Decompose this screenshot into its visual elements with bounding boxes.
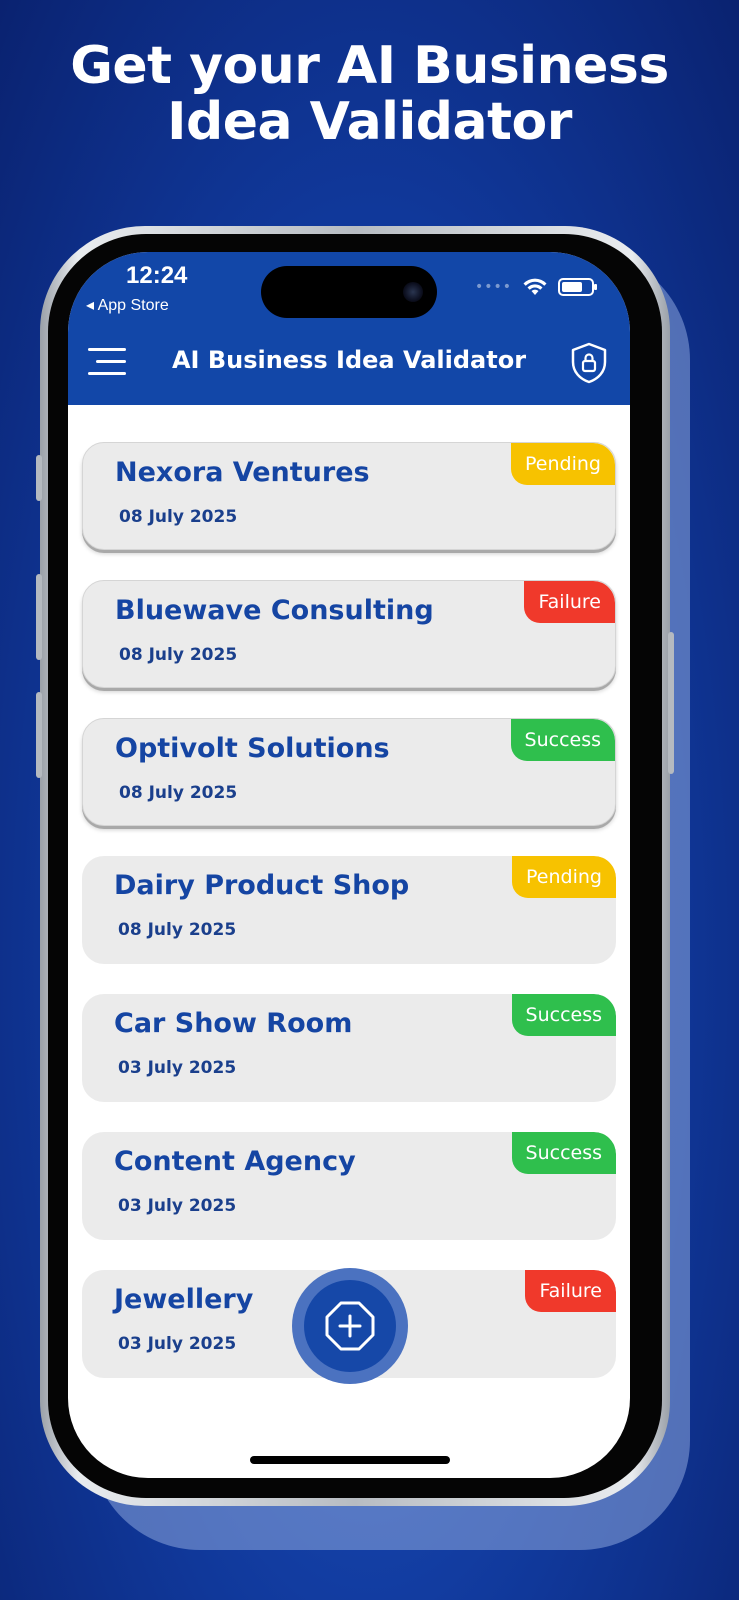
idea-card[interactable]: Optivolt Solutions 08 July 2025 Success: [82, 718, 616, 826]
status-badge: Pending: [511, 443, 615, 485]
idea-name: Optivolt Solutions: [115, 733, 390, 764]
status-badge: Pending: [512, 856, 616, 898]
promo-title-line-1: Get your AI Business: [70, 36, 669, 96]
idea-card[interactable]: Nexora Ventures 08 July 2025 Pending: [82, 442, 616, 550]
idea-name: Jewellery: [114, 1284, 254, 1315]
status-badge: Success: [510, 719, 615, 761]
app-title: AI Business Idea Validator: [171, 346, 527, 374]
idea-name: Content Agency: [114, 1146, 356, 1177]
camera-lens-icon: [403, 282, 423, 302]
status-badge: Failure: [524, 581, 615, 623]
status-badge: Success: [511, 994, 616, 1036]
idea-date: 08 July 2025: [118, 920, 237, 940]
idea-date: 08 July 2025: [119, 645, 238, 665]
side-button-action: [36, 455, 42, 501]
phone-screen: 12:24 ◂ App Store •••• AI Business Idea …: [68, 252, 630, 1478]
idea-date: 08 July 2025: [119, 783, 238, 803]
idea-card[interactable]: Car Show Room 03 July 2025 Success: [82, 994, 616, 1102]
signal-dots-icon: ••••: [474, 279, 512, 295]
idea-name: Dairy Product Shop: [114, 870, 410, 901]
idea-date: 08 July 2025: [119, 507, 238, 527]
idea-card[interactable]: Dairy Product Shop 08 July 2025 Pending: [82, 856, 616, 964]
app-header: 12:24 ◂ App Store •••• AI Business Idea …: [68, 252, 630, 405]
idea-date: 03 July 2025: [118, 1196, 237, 1216]
status-badge: Failure: [525, 1270, 616, 1312]
idea-card[interactable]: Content Agency 03 July 2025 Success: [82, 1132, 616, 1240]
idea-date: 03 July 2025: [118, 1334, 237, 1354]
add-octagon-icon: [325, 1301, 375, 1351]
side-button-volume-down: [36, 692, 42, 778]
status-time: 12:24: [126, 262, 188, 289]
shield-lock-icon[interactable]: [570, 342, 608, 384]
dynamic-island: [261, 266, 437, 318]
idea-card[interactable]: Bluewave Consulting 08 July 2025 Failure: [82, 580, 616, 688]
idea-date: 03 July 2025: [118, 1058, 237, 1078]
battery-level: [562, 282, 582, 292]
status-badge: Success: [511, 1132, 616, 1174]
battery-icon: [558, 278, 597, 296]
idea-name: Bluewave Consulting: [115, 595, 434, 626]
home-indicator[interactable]: [250, 1456, 450, 1464]
wifi-icon: [523, 278, 547, 295]
status-indicators: ••••: [474, 276, 597, 298]
idea-name: Nexora Ventures: [115, 457, 370, 488]
back-to-app-store[interactable]: ◂ App Store: [86, 295, 169, 315]
side-button-volume-up: [36, 574, 42, 660]
side-button-power: [668, 632, 674, 774]
promo-title: Get your AI Business Idea Validator: [0, 38, 739, 150]
add-idea-button[interactable]: [304, 1280, 396, 1372]
promo-title-line-2: Idea Validator: [167, 92, 572, 152]
idea-name: Car Show Room: [114, 1008, 353, 1039]
